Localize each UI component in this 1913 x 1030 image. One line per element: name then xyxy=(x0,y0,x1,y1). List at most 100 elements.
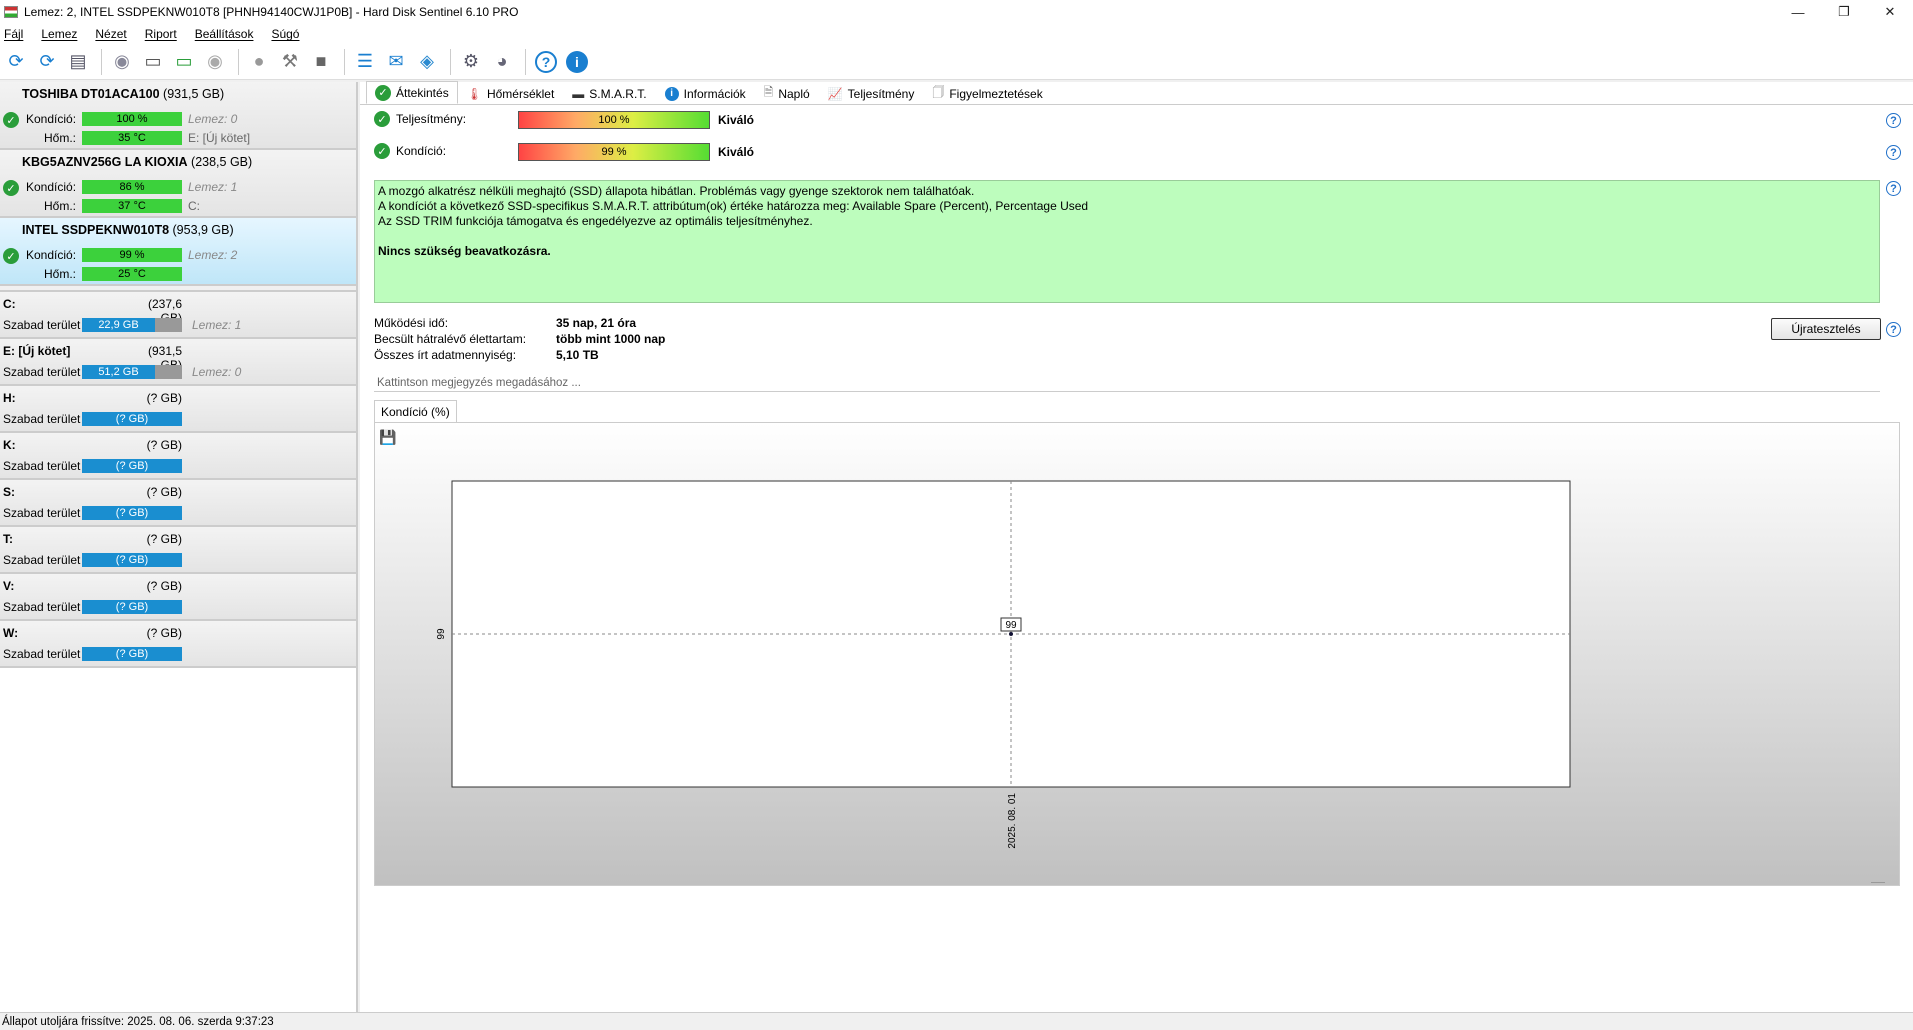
refresh-warning-icon[interactable]: ⟳ xyxy=(33,48,61,76)
tab-performance[interactable]: 📈 Teljesítmény xyxy=(819,83,924,104)
help-icon[interactable]: ? xyxy=(1886,322,1901,337)
disk-volume: E: [Új kötet] xyxy=(188,131,251,145)
volume-size: (? GB) xyxy=(146,532,182,546)
menu-disk[interactable]: Lemez xyxy=(41,27,77,41)
minimize-button[interactable]: — xyxy=(1775,0,1821,24)
disk-info-icon[interactable]: ● xyxy=(245,48,273,76)
report-icon[interactable]: ☰ xyxy=(351,48,379,76)
health-rating: Kiváló xyxy=(718,145,755,159)
volume-disk: Lemez: 1 xyxy=(192,318,242,332)
disk-list-icon[interactable]: ▤ xyxy=(64,48,92,76)
volume-item[interactable]: K: (? GB) Szabad terület (? GB) xyxy=(0,433,356,480)
free-space-bar: (? GB) xyxy=(82,506,182,520)
disk-item[interactable]: KBG5AZNV256G LA KIOXIA (238,5 GB) ✓ Kond… xyxy=(0,150,356,218)
info-icon[interactable]: i xyxy=(563,48,591,76)
close-button[interactable]: ✕ xyxy=(1867,0,1913,24)
free-space-bar: (? GB) xyxy=(82,553,182,567)
email-icon[interactable]: ✉ xyxy=(382,48,410,76)
status-message: A mozgó alkatrész nélküli meghajtó (SSD)… xyxy=(374,180,1880,303)
temp-bar: 35 °C xyxy=(82,131,182,145)
disk-tool-icon[interactable]: ⚒ xyxy=(276,48,304,76)
tab-info[interactable]: i Információk xyxy=(656,83,755,104)
free-space-bar: (? GB) xyxy=(82,600,182,614)
sound-icon[interactable]: ◕ xyxy=(488,48,516,76)
tab-overview[interactable]: ✓ Áttekintés xyxy=(366,81,458,104)
free-space-label: Szabad terület xyxy=(3,506,81,520)
free-space-bar: (? GB) xyxy=(82,412,182,426)
disk-surface-icon[interactable]: ▭ xyxy=(139,48,167,76)
health-chart: 💾 99 2025. 08. 01 99 xyxy=(374,422,1900,886)
health-bar: 100 % xyxy=(82,112,182,126)
tab-smart[interactable]: ▬ S.M.A.R.T. xyxy=(563,83,655,104)
free-space-bar: 51,2 GB xyxy=(82,365,182,379)
menu-settings[interactable]: Beállítások xyxy=(195,27,254,41)
free-space-label: Szabad terület xyxy=(3,647,81,661)
help-icon[interactable]: ? xyxy=(532,48,560,76)
volume-item[interactable]: S: (? GB) Szabad terület (? GB) xyxy=(0,480,356,527)
app-icon xyxy=(4,6,18,18)
retest-button[interactable]: Újratesztelés xyxy=(1771,318,1881,340)
alerts-icon: 🗍 xyxy=(932,85,945,99)
free-space-bar: (? GB) xyxy=(82,647,182,661)
resize-grip[interactable] xyxy=(1871,882,1885,883)
x-tick-label: 2025. 08. 01 xyxy=(1007,793,1018,849)
disk-item-selected[interactable]: INTEL SSDPEKNW010T8 (953,9 GB) ✓ Kondíci… xyxy=(0,218,356,286)
volume-name: K: xyxy=(3,438,16,452)
note-field[interactable]: Kattintson megjegyzés megadásához ... xyxy=(374,374,1880,392)
disk-name: INTEL SSDPEKNW010T8 (953,9 GB) xyxy=(22,223,234,237)
gear-icon[interactable]: ⚙ xyxy=(457,48,485,76)
window-title: Lemez: 2, INTEL SSDPEKNW010T8 [PHNH94140… xyxy=(24,5,519,19)
disk-test-icon[interactable]: ◉ xyxy=(108,48,136,76)
menu-view[interactable]: Nézet xyxy=(95,27,126,41)
written-row: Összes írt adatmennyiség: 5,10 TB xyxy=(374,348,599,362)
volume-size: (? GB) xyxy=(146,485,182,499)
volume-name: E: [Új kötet] xyxy=(3,344,71,358)
free-space-bar: (? GB) xyxy=(82,459,182,473)
volume-item[interactable]: W: (? GB) Szabad terület (? GB) xyxy=(0,621,356,668)
disk-name: KBG5AZNV256G LA KIOXIA (238,5 GB) xyxy=(22,155,253,169)
health-label: Kondíció: xyxy=(396,144,447,158)
temp-bar: 25 °C xyxy=(82,267,182,281)
volume-item[interactable]: V: (? GB) Szabad terület (? GB) xyxy=(0,574,356,621)
volume-item[interactable]: E: [Új kötet](931,5 GB)Szabad terület51,… xyxy=(0,339,356,386)
check-icon: ✓ xyxy=(374,111,390,127)
disk-number: Lemez: 0 xyxy=(188,112,238,126)
tab-log[interactable]: 🗎 Napló xyxy=(755,83,819,104)
free-space-value: 51,2 GB xyxy=(82,365,155,379)
message-conclusion: Nincs szükség beavatkozásra. xyxy=(378,244,551,258)
message-line: Az SSD TRIM funkciója támogatva és enged… xyxy=(378,214,813,228)
menu-help[interactable]: Súgó xyxy=(271,27,299,41)
help-icon[interactable]: ? xyxy=(1886,145,1901,160)
data-label: 99 xyxy=(1005,620,1017,631)
chart-tab-health[interactable]: Kondíció (%) xyxy=(374,400,457,422)
refresh-icon[interactable]: ⟳ xyxy=(2,48,30,76)
maximize-button[interactable]: ❐ xyxy=(1821,0,1867,24)
disk-name: TOSHIBA DT01ACA100 (931,5 GB) xyxy=(22,87,225,101)
volume-item[interactable]: C:(237,6 GB)Szabad terület22,9 GBLemez: … xyxy=(0,292,356,339)
help-icon[interactable]: ? xyxy=(1886,113,1901,128)
disk-export-icon[interactable]: ■ xyxy=(307,48,335,76)
web-report-icon[interactable]: ◈ xyxy=(413,48,441,76)
disk-offline-icon[interactable]: ◉ xyxy=(201,48,229,76)
volume-item[interactable]: H: (? GB) Szabad terület (? GB) xyxy=(0,386,356,433)
menu-report[interactable]: Riport xyxy=(145,27,177,41)
menu-file[interactable]: Fájl xyxy=(4,27,23,41)
free-space-label: Szabad terület xyxy=(3,365,81,379)
tab-temperature[interactable]: 🌡 Hőmérséklet xyxy=(458,83,564,104)
volume-item[interactable]: T: (? GB) Szabad terület (? GB) xyxy=(0,527,356,574)
health-label: Kondíció: xyxy=(26,180,77,194)
health-bar: 99 % xyxy=(82,248,182,262)
document-icon: 🗎 xyxy=(763,85,774,99)
help-icon[interactable]: ? xyxy=(1886,181,1901,196)
check-icon: ✓ xyxy=(3,180,19,196)
disk-item[interactable]: TOSHIBA DT01ACA100 (931,5 GB) ✓ Kondíció… xyxy=(0,82,356,150)
free-space-value: (? GB) xyxy=(82,647,182,661)
title-bar: Lemez: 2, INTEL SSDPEKNW010T8 [PHNH94140… xyxy=(0,0,1913,24)
smart-icon: ▬ xyxy=(572,86,585,101)
disk-ok-icon[interactable]: ▭ xyxy=(170,48,198,76)
temp-bar: 37 °C xyxy=(82,199,182,213)
tab-alerts[interactable]: 🗍 Figyelmeztetések xyxy=(923,83,1051,104)
toolbar: ⟳ ⟳ ▤ ◉ ▭ ▭ ◉ ● ⚒ ■ ☰ ✉ ◈ ⚙ ◕ ? i xyxy=(0,44,1913,80)
disk-volume: C: xyxy=(188,199,200,213)
performance-label: Teljesítmény: xyxy=(396,112,467,126)
